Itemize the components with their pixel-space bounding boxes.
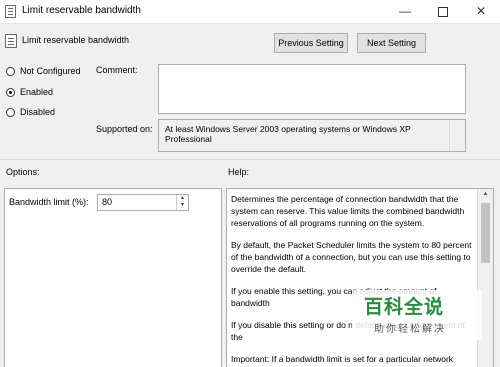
enabled-label[interactable]: Enabled	[20, 87, 53, 97]
supported-scrollbar[interactable]	[449, 120, 465, 151]
setting-icon	[5, 34, 17, 48]
close-button[interactable]: ✕	[462, 0, 500, 23]
maximize-button[interactable]	[424, 0, 462, 23]
bandwidth-limit-stepper[interactable]: 80 ▲ ▼	[97, 194, 189, 211]
supported-on-label: Supported on:	[96, 124, 153, 134]
options-panel: Bandwidth limit (%): 80 ▲ ▼	[4, 188, 222, 367]
help-paragraph: By default, the Packet Scheduler limits …	[231, 240, 472, 274]
enabled-radio[interactable]	[6, 88, 15, 97]
comment-label: Comment:	[96, 65, 138, 75]
scroll-up-icon[interactable]: ▲	[478, 191, 493, 197]
stepper-up-icon[interactable]: ▲	[177, 195, 188, 202]
window-title: Limit reservable bandwidth	[22, 5, 141, 16]
scroll-thumb[interactable]	[481, 203, 490, 263]
bandwidth-limit-label: Bandwidth limit (%):	[9, 197, 89, 207]
comment-textarea[interactable]	[158, 64, 466, 114]
not-configured-radio[interactable]	[6, 67, 15, 76]
disabled-radio[interactable]	[6, 108, 15, 117]
bandwidth-limit-value[interactable]: 80	[102, 197, 112, 207]
options-header: Options:	[6, 167, 40, 177]
stepper-buttons[interactable]: ▲ ▼	[176, 195, 188, 210]
policy-document-icon	[5, 5, 16, 18]
previous-setting-button[interactable]: Previous Setting	[274, 33, 348, 53]
watermark-subtitle: 助你轻松解决	[374, 324, 446, 335]
title-bar: Limit reservable bandwidth — ✕	[0, 0, 500, 24]
help-paragraph: Important: If a bandwidth limit is set f…	[231, 354, 454, 364]
disabled-label[interactable]: Disabled	[20, 107, 55, 117]
supported-on-box: At least Windows Server 2003 operating s…	[158, 119, 466, 152]
help-text: Determines the percentage of connection …	[231, 193, 473, 367]
stepper-down-icon[interactable]: ▼	[177, 202, 188, 209]
next-setting-button[interactable]: Next Setting	[357, 33, 426, 53]
help-paragraph: Determines the percentage of connection …	[231, 194, 465, 228]
policy-title: Limit reservable bandwidth	[22, 35, 130, 45]
help-panel: Determines the percentage of connection …	[226, 188, 494, 367]
help-scrollbar[interactable]: ▲	[477, 189, 493, 367]
minimize-button[interactable]: —	[386, 0, 424, 23]
not-configured-label[interactable]: Not Configured	[20, 66, 81, 76]
watermark-title: 百科全说	[364, 296, 445, 318]
supported-on-value: At least Windows Server 2003 operating s…	[165, 124, 411, 144]
section-divider	[0, 159, 500, 160]
maximize-icon	[438, 6, 448, 17]
help-header: Help:	[228, 167, 250, 177]
watermark: 百科全说 助你轻松解决	[352, 290, 482, 340]
